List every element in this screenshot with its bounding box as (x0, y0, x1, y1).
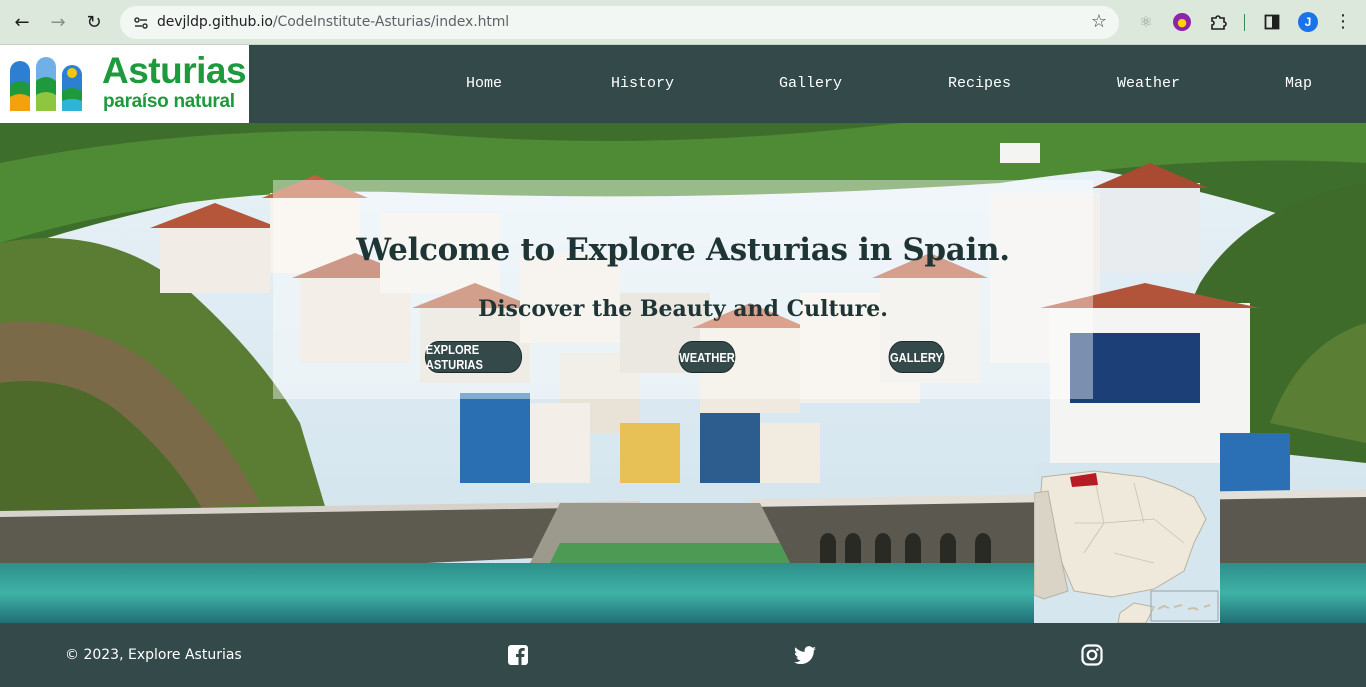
nav-link-home[interactable]: Home (466, 75, 502, 92)
hero-subheading: Discover the Beauty and Culture. (478, 296, 888, 322)
logo-mark (10, 57, 82, 111)
side-panel-icon[interactable] (1261, 11, 1283, 33)
back-arrow-icon[interactable]: ← (10, 10, 34, 34)
hero-panel: Welcome to Explore Asturias in Spain. Di… (273, 180, 1093, 399)
explore-asturias-button[interactable]: EXPLORE ASTURIAS (424, 341, 523, 373)
more-menu-icon[interactable]: ⋮ (1334, 11, 1352, 32)
site-header: Asturias paraíso natural Home History Ga… (0, 45, 1366, 123)
copyright-text: © 2023, Explore Asturias (65, 647, 242, 663)
hero-heading: Welcome to Explore Asturias in Spain. (356, 232, 1010, 268)
instagram-icon[interactable] (1080, 643, 1104, 667)
site-logo[interactable]: Asturias paraíso natural (0, 45, 249, 123)
hero-section: Welcome to Explore Asturias in Spain. Di… (0, 123, 1366, 623)
forward-arrow-icon[interactable]: → (46, 10, 70, 34)
reload-icon[interactable]: ↻ (82, 10, 106, 34)
site-settings-icon[interactable] (130, 12, 152, 34)
logo-title: Asturias (102, 50, 247, 91)
browser-toolbar: ← → ↻ devjldp.github.io/CodeInstitute-As… (0, 0, 1366, 45)
facebook-icon[interactable] (506, 643, 530, 667)
logo-subtitle: paraíso natural (103, 91, 235, 112)
profile-avatar[interactable]: J (1298, 12, 1318, 32)
nav-link-history[interactable]: History (611, 75, 674, 92)
url-text[interactable]: devjldp.github.io/CodeInstitute-Asturias… (157, 14, 509, 30)
weather-button[interactable]: WEATHER (678, 341, 736, 373)
site-footer: © 2023, Explore Asturias (0, 623, 1366, 687)
nav-link-recipes[interactable]: Recipes (948, 75, 1011, 92)
address-bar[interactable]: devjldp.github.io/CodeInstitute-Asturias… (120, 6, 1119, 39)
spain-locator-map (1034, 463, 1220, 623)
extensions-puzzle-icon[interactable] (1207, 11, 1229, 33)
react-devtools-icon[interactable]: ⚛ (1135, 11, 1157, 33)
nav-link-gallery[interactable]: Gallery (779, 75, 842, 92)
nav-link-map[interactable]: Map (1285, 75, 1312, 92)
url-path: /CodeInstitute-Asturias/index.html (272, 14, 510, 30)
twitter-icon[interactable] (793, 643, 817, 667)
webpage: Asturias paraíso natural Home History Ga… (0, 45, 1366, 687)
toolbar-separator (1244, 14, 1245, 31)
gallery-button[interactable]: GALLERY (888, 341, 945, 373)
purple-extension-icon[interactable]: ● (1173, 13, 1191, 31)
url-host: devjldp.github.io (157, 14, 273, 30)
bookmark-star-icon[interactable]: ☆ (1091, 11, 1107, 32)
nav-link-weather[interactable]: Weather (1117, 75, 1180, 92)
